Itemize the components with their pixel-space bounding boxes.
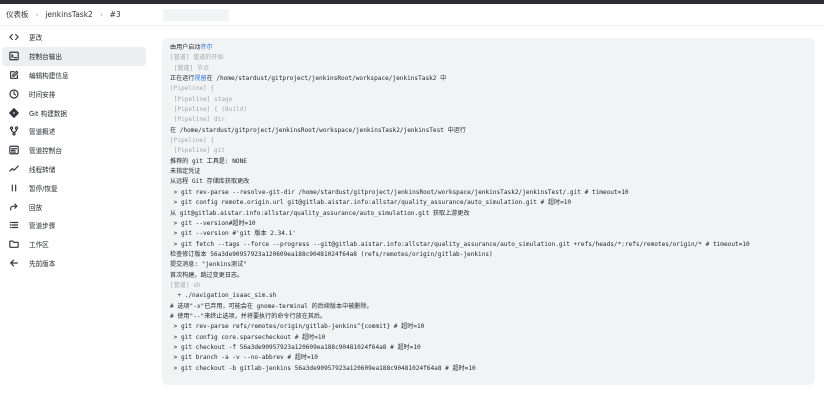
pause-icon — [8, 182, 20, 194]
git-icon — [8, 107, 20, 119]
sidebar-item-pipeline-console[interactable]: 管道控制台 — [0, 141, 150, 160]
breadcrumb-dashboard[interactable]: 仪表板 — [6, 9, 29, 20]
blurred-region — [162, 8, 229, 21]
sidebar-item-pipeline-steps[interactable]: 管道步骤 — [0, 216, 150, 235]
console-line: > git fetch --tags --force --progress --… — [170, 240, 750, 248]
console-line-text: 在 /home/stardust/gitproject/jenkinsRoot/… — [206, 75, 447, 83]
replay-icon — [8, 201, 20, 213]
console-line: > git rev-parse --resolve-git-dir /home/… — [170, 188, 629, 196]
console-line: 检查修订版本 56a3de90957923a120609ea188c904810… — [170, 250, 493, 258]
console-link[interactable]: 视留 — [194, 75, 206, 82]
console-line: 从 git@gitlab.aistar.info:allstar/quality… — [170, 209, 470, 217]
sidebar-item-changes[interactable]: 更改 — [0, 28, 150, 47]
console-line: > git rev-parse refs/remotes/origin/gitl… — [170, 323, 425, 331]
console-line: 由用户启动齐尔 — [170, 43, 807, 53]
console-line: [Pipeline] stage — [170, 95, 233, 103]
sidebar-item-pause-resume[interactable]: 暂停/恢复 — [0, 178, 150, 197]
console-output: 由用户启动齐尔 [管道] 管道的开始 [管道] 节点 正在运行视留在 /home/s… — [162, 38, 815, 385]
console-icon — [8, 144, 20, 156]
sidebar-item-label: 编辑构建信息 — [29, 71, 69, 80]
breadcrumb-separator: › — [99, 10, 103, 19]
sidebar-item-label: 管道概述 — [29, 128, 56, 137]
pipeline-icon — [8, 125, 20, 137]
console-line: > git --version #'git 版本 2.34.1' — [170, 230, 296, 238]
console-link[interactable]: 齐尔 — [200, 44, 212, 51]
console-line: + ./navigation_isaac_sim.sh — [170, 292, 277, 300]
sidebar-item-label: 控制台输出 — [29, 53, 62, 62]
console-line: 推荐的 git 工具是: NONE — [170, 157, 247, 165]
sidebar-item-timings[interactable]: 时间安排 — [0, 84, 150, 103]
console-line: 首次构建。跳过变更日志。 — [170, 271, 244, 279]
code-icon — [8, 31, 20, 43]
sidebar-item-label: 线程转储 — [29, 165, 56, 174]
console-line: [Pipeline] git — [170, 147, 226, 155]
sidebar-item-pipeline-overview[interactable]: 管道概述 — [0, 122, 150, 141]
edit-icon — [8, 69, 20, 81]
sidebar-item-label: 暂停/恢复 — [29, 184, 58, 193]
console-line: 从远程 Git 存储库获取更改 — [170, 178, 250, 186]
breadcrumb: 仪表板 › jenkinsTask2 › #3 — [0, 4, 824, 26]
sidebar-item-label: 更改 — [29, 34, 43, 43]
console-line: [管道] 管道的开始 — [170, 54, 224, 62]
sidebar: 更改 控制台输出 编辑构建信息 时间安排 Git 构建数据 管道概述 管道控制台… — [0, 28, 150, 272]
console-line: > git branch -a -v --no-abbrev # 超时=10 — [170, 354, 318, 362]
console-line: # 使用"--"来终止选项，并将要执行的命令行放在其后。 — [170, 312, 327, 320]
console-line: > git config core.sparsecheckout # 超时=10 — [170, 333, 326, 341]
sidebar-item-workspace[interactable]: 工作区 — [0, 235, 150, 254]
arrow-left-icon — [8, 257, 20, 269]
console-line: 提交消息: "jenkins测试" — [170, 261, 247, 269]
folder-icon — [8, 238, 20, 250]
list-icon — [8, 219, 20, 231]
console-line: [Pipeline] { — [170, 85, 215, 93]
console-line: > git --version#超时=10 — [170, 219, 256, 227]
sidebar-item-label: 先前版本 — [29, 259, 56, 268]
console-line-text: 由用户启动 — [170, 44, 201, 51]
console-line: [管道] sh — [170, 281, 201, 289]
console-line: 在 /home/stardust/gitproject/jenkinsRoot/… — [170, 126, 466, 134]
console-line: [Pipeline] { (Build) — [170, 106, 248, 114]
sidebar-item-label: 时间安排 — [29, 90, 56, 99]
sidebar-item-replay[interactable]: 回放 — [0, 197, 150, 216]
console-line: 未指定凭证 — [170, 168, 201, 176]
breadcrumb-job[interactable]: jenkinsTask2 — [45, 10, 93, 19]
pulse-icon — [8, 163, 20, 175]
sidebar-item-console-output[interactable]: 控制台输出 — [2, 46, 146, 66]
sidebar-item-edit-build-info[interactable]: 编辑构建信息 — [0, 66, 150, 85]
sidebar-item-thread-dump[interactable]: 线程转储 — [0, 160, 150, 179]
console-line: # 选项"-x"已弃用，可能会在 gnome-terminal 的后续版本中被删… — [170, 302, 373, 310]
sidebar-item-label: Git 构建数据 — [29, 109, 67, 118]
sidebar-item-label: 管道控制台 — [29, 147, 62, 156]
console-line: [Pipeline] { — [170, 137, 215, 145]
sidebar-item-label: 管道步骤 — [29, 222, 56, 231]
console-line: 正在运行视留在 /home/stardust/gitproject/jenkin… — [170, 74, 807, 84]
console-line: > git config remote.origin.url git@gitla… — [170, 199, 572, 207]
terminal-icon — [8, 50, 20, 62]
console-line: > git checkout -f 56a3de90957923a120609e… — [170, 343, 421, 351]
console-line: > git checkout -b gitlab-jenkins 56a3de9… — [170, 364, 476, 372]
sidebar-item-previous-build[interactable]: 先前版本 — [0, 254, 150, 273]
console-line-text: 正在运行 — [170, 75, 195, 83]
console-line: [管道] 节点 — [170, 64, 210, 72]
breadcrumb-build[interactable]: #3 — [110, 10, 121, 19]
clock-icon — [8, 88, 20, 100]
breadcrumb-separator: › — [35, 10, 39, 19]
sidebar-item-label: 工作区 — [29, 241, 49, 250]
sidebar-item-label: 回放 — [29, 203, 43, 212]
sidebar-item-git-build-data[interactable]: Git 构建数据 — [0, 103, 150, 122]
console-line: [Pipeline] dir — [170, 116, 226, 124]
